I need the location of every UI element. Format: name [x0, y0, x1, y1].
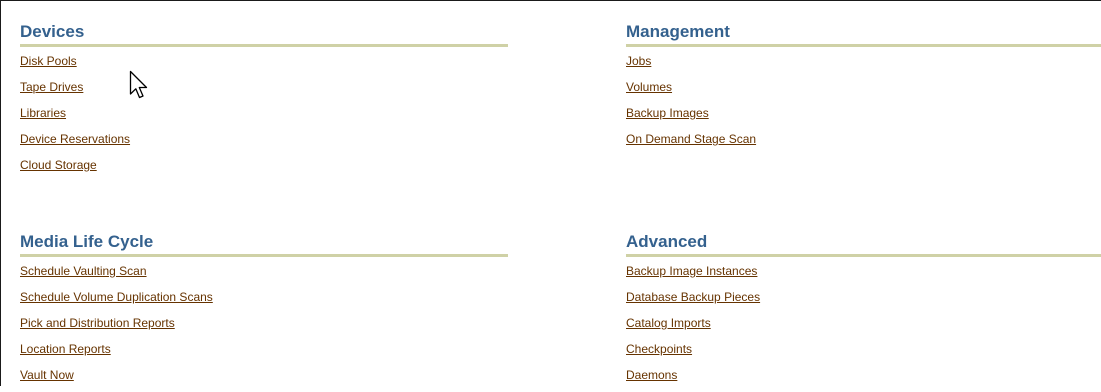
disk-pools-link[interactable]: Disk Pools — [20, 54, 77, 68]
daemons-link[interactable]: Daemons — [626, 368, 677, 382]
advanced-link-list: Backup Image Instances Database Backup P… — [626, 262, 1101, 392]
jobs-link[interactable]: Jobs — [626, 54, 651, 68]
device-reservations-link[interactable]: Device Reservations — [20, 132, 130, 146]
libraries-link[interactable]: Libraries — [20, 106, 66, 120]
on-demand-stage-scan-link[interactable]: On Demand Stage Scan — [626, 132, 756, 146]
catalog-imports-link[interactable]: Catalog Imports — [626, 316, 711, 330]
cloud-storage-link[interactable]: Cloud Storage — [20, 158, 97, 172]
pick-and-distribution-reports-link[interactable]: Pick and Distribution Reports — [20, 316, 175, 330]
location-reports-link[interactable]: Location Reports — [20, 342, 111, 356]
media-life-cycle-heading: Media Life Cycle — [20, 232, 154, 251]
advanced-divider — [626, 254, 1101, 257]
checkpoints-link[interactable]: Checkpoints — [626, 342, 692, 356]
media-life-cycle-divider — [20, 254, 508, 257]
vault-now-link[interactable]: Vault Now — [20, 368, 74, 382]
media-life-cycle-section: Media Life Cycle Schedule Vaulting Scan … — [20, 232, 508, 392]
backup-image-instances-link[interactable]: Backup Image Instances — [626, 264, 757, 278]
schedule-volume-duplication-scans-link[interactable]: Schedule Volume Duplication Scans — [20, 290, 213, 304]
management-heading: Management — [626, 22, 730, 41]
devices-section: Devices Disk Pools Tape Drives Libraries… — [20, 22, 508, 182]
management-link-list: Jobs Volumes Backup Images On Demand Sta… — [626, 52, 1101, 156]
schedule-vaulting-scan-link[interactable]: Schedule Vaulting Scan — [20, 264, 147, 278]
media-life-cycle-link-list: Schedule Vaulting Scan Schedule Volume D… — [20, 262, 508, 392]
devices-divider — [20, 44, 508, 47]
tape-drives-link[interactable]: Tape Drives — [20, 80, 83, 94]
backup-images-link[interactable]: Backup Images — [626, 106, 709, 120]
management-section: Management Jobs Volumes Backup Images On… — [626, 22, 1101, 156]
advanced-section: Advanced Backup Image Instances Database… — [626, 232, 1101, 392]
management-divider — [626, 44, 1101, 47]
database-backup-pieces-link[interactable]: Database Backup Pieces — [626, 290, 760, 304]
advanced-heading: Advanced — [626, 232, 708, 251]
volumes-link[interactable]: Volumes — [626, 80, 672, 94]
devices-heading: Devices — [20, 22, 85, 41]
devices-link-list: Disk Pools Tape Drives Libraries Device … — [20, 52, 508, 182]
